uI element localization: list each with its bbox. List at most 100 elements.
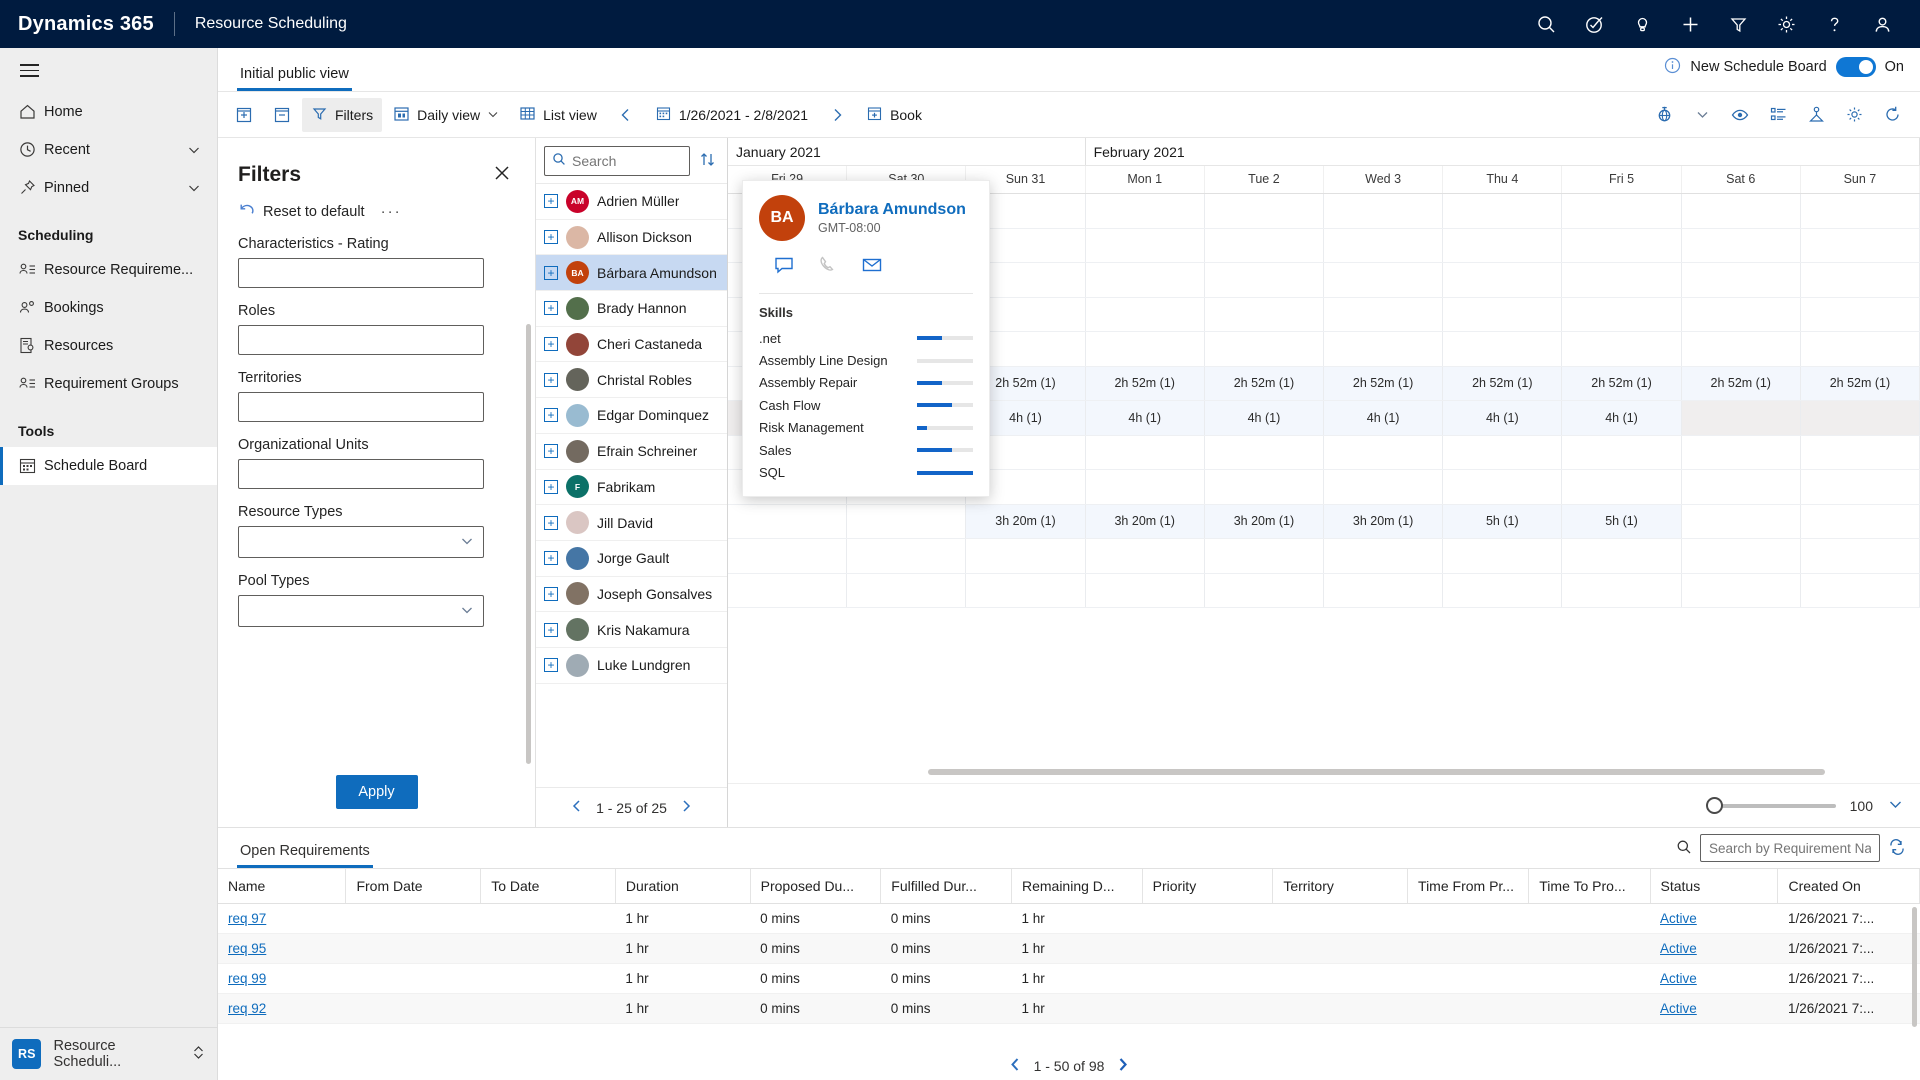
grid-cell[interactable] [1801, 194, 1920, 228]
chevron-down-icon[interactable] [187, 143, 217, 157]
grid-cell[interactable] [966, 573, 1086, 607]
requirements-cell-name[interactable]: req 99 [218, 963, 346, 994]
resource-row[interactable]: + Allison Dickson [536, 220, 727, 256]
requirements-next-page[interactable] [1115, 1057, 1130, 1075]
grid-cell[interactable] [1801, 228, 1920, 262]
grid-cell[interactable]: 2h 52m (1) [1085, 366, 1205, 400]
grid-cell[interactable] [847, 539, 967, 573]
expand-resource-icon[interactable]: + [544, 479, 558, 494]
grid-cell[interactable] [1324, 263, 1444, 297]
daily-view-button[interactable]: Daily view [384, 98, 508, 132]
person-icon[interactable] [1858, 0, 1906, 48]
resource-row[interactable]: + Luke Lundgren [536, 648, 727, 684]
phone-icon[interactable] [817, 254, 839, 279]
expand-resource-icon[interactable]: + [544, 230, 558, 245]
requirements-cell-status[interactable]: Active [1650, 903, 1778, 934]
requirement-name-link[interactable]: req 99 [228, 971, 266, 986]
resource-row[interactable]: + Jill David [536, 505, 727, 541]
requirements-cell-name[interactable]: req 95 [218, 933, 346, 964]
requirements-cell-status[interactable]: Active [1650, 933, 1778, 964]
grid-cell[interactable] [1562, 194, 1682, 228]
plus-icon[interactable] [1666, 0, 1714, 48]
grid-cell[interactable] [1562, 470, 1682, 504]
resource-row[interactable]: + BA Bárbara Amundson [536, 255, 727, 292]
expand-resource-icon[interactable]: + [544, 586, 558, 601]
requirement-name-link[interactable]: req 95 [228, 941, 266, 956]
requirements-cell-name[interactable]: req 97 [218, 903, 346, 934]
grid-cell[interactable] [847, 504, 967, 538]
grid-cell[interactable] [1443, 470, 1563, 504]
resource-search-input[interactable] [572, 152, 682, 169]
grid-cell[interactable] [1682, 504, 1801, 538]
grid-cell[interactable] [1443, 573, 1563, 607]
requirements-column-header[interactable]: Name [218, 869, 347, 904]
grid-cell[interactable] [1682, 297, 1801, 331]
grid-cell[interactable]: 4h (1) [1324, 401, 1444, 435]
grid-cell[interactable] [728, 573, 848, 607]
grid-cell[interactable] [1682, 539, 1801, 573]
grid-cell[interactable] [1682, 194, 1801, 228]
updown-chevron-icon[interactable] [192, 1045, 205, 1064]
list-icon[interactable] [1760, 98, 1796, 132]
grid-cell[interactable] [1801, 573, 1920, 607]
requirements-table-row[interactable]: req 97 1 hr 0 mins 0 mins 1 hr Active 1/26/202… [218, 903, 1920, 934]
grid-cell[interactable] [728, 539, 848, 573]
grid-cell[interactable] [1682, 573, 1801, 607]
grid-cell[interactable] [1682, 263, 1801, 297]
grid-cell[interactable] [1324, 470, 1444, 504]
grid-cell[interactable] [1562, 435, 1682, 469]
resource-row[interactable]: + Efrain Schreiner [536, 434, 727, 470]
chevron-down-icon[interactable] [187, 181, 217, 195]
assistant-icon[interactable] [1570, 0, 1618, 48]
info-icon[interactable] [1664, 57, 1681, 77]
grid-cell[interactable] [1205, 332, 1325, 366]
grid-cell[interactable] [1324, 332, 1444, 366]
grid-cell[interactable] [1086, 263, 1205, 297]
grid-cell[interactable] [1324, 194, 1444, 228]
grid-cell[interactable] [1800, 401, 1920, 435]
expand-resource-icon[interactable]: + [544, 265, 558, 280]
expand-resource-icon[interactable]: + [544, 408, 558, 423]
grid-cell[interactable]: 3h 20m (1) [1324, 504, 1444, 538]
requirements-column-header[interactable]: To Date [480, 869, 616, 904]
filters-more-button[interactable]: ··· [373, 201, 410, 222]
map-icon[interactable] [1646, 98, 1682, 132]
resource-row[interactable]: + Joseph Gonsalves [536, 577, 727, 613]
grid-cell[interactable] [1682, 470, 1801, 504]
expand-resource-icon[interactable]: + [544, 515, 558, 530]
chevron-down-icon[interactable] [487, 107, 499, 123]
grid-cell[interactable] [1205, 297, 1325, 331]
grid-cell[interactable]: 5h (1) [1443, 504, 1563, 538]
chevron-down-icon[interactable] [1684, 98, 1720, 132]
question-icon[interactable] [1810, 0, 1858, 48]
hover-card-name[interactable]: Bárbara Amundson [818, 201, 966, 219]
resource-row[interactable]: + Christal Robles [536, 362, 727, 399]
eye-icon[interactable] [1722, 98, 1758, 132]
requirements-cell-status[interactable]: Active [1650, 963, 1778, 994]
grid-cell[interactable] [1443, 263, 1563, 297]
sidebar-item-schedule-board[interactable]: Schedule Board [0, 446, 217, 485]
grid-cell[interactable]: 4h (1) [1562, 401, 1682, 435]
grid-cell[interactable] [1562, 539, 1682, 573]
grid-cell[interactable] [1562, 263, 1682, 297]
zoom-slider[interactable] [1705, 796, 1836, 814]
resource-next-page[interactable] [679, 799, 693, 816]
expand-resource-icon[interactable]: + [544, 551, 558, 566]
requirements-vertical-scrollbar[interactable] [1912, 907, 1917, 1027]
grid-cell[interactable] [1443, 297, 1563, 331]
resource-row[interactable]: + AM Adrien Müller [536, 184, 727, 220]
requirement-search-box[interactable] [1700, 834, 1880, 862]
sidebar-item-recent[interactable]: Recent [0, 131, 217, 169]
grid-cell[interactable] [1443, 435, 1563, 469]
territories-input[interactable] [238, 392, 484, 422]
grid-cell[interactable] [1801, 470, 1920, 504]
search-icon[interactable] [1676, 839, 1692, 858]
filters-button[interactable]: Filters [302, 97, 383, 132]
requirements-column-header[interactable]: Remaining D... [1011, 869, 1143, 904]
grid-cell[interactable]: 3h 20m (1) [1085, 504, 1205, 538]
grid-cell[interactable] [1682, 228, 1801, 262]
grid-cell[interactable] [1801, 539, 1920, 573]
grid-cell[interactable] [1324, 573, 1444, 607]
grid-cell[interactable] [1324, 228, 1444, 262]
requirements-cell-name[interactable]: req 92 [218, 993, 346, 1024]
